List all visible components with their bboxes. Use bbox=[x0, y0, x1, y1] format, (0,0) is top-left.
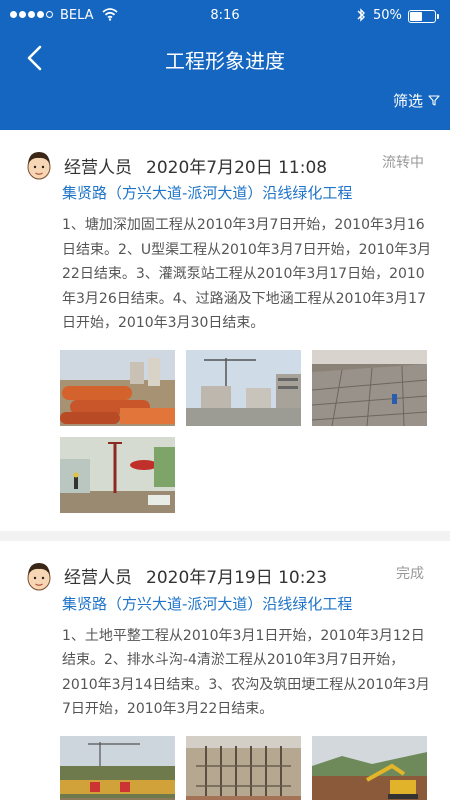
photo-thumbnail[interactable] bbox=[186, 349, 301, 426]
funnel-icon bbox=[428, 95, 440, 106]
status-bar: BELA 8:16 50% bbox=[0, 0, 450, 34]
battery-icon bbox=[408, 10, 439, 23]
filter-label: 筛选 bbox=[392, 92, 423, 110]
filter-button[interactable]: 筛选 bbox=[393, 90, 440, 111]
project-title-link[interactable]: 集贤路（方兴大道-派河大道）沿线绿化工程 bbox=[62, 182, 432, 203]
photo-thumbnail[interactable] bbox=[60, 735, 175, 800]
photo-thumbnail[interactable] bbox=[312, 349, 427, 426]
photo-thumbnail[interactable] bbox=[186, 735, 301, 800]
author-name: 经营人员 bbox=[64, 157, 132, 178]
page-title: 工程形象进度 bbox=[165, 49, 285, 73]
feed-card[interactable]: 经营人员 2020年7月19日 10:23 完成 集贤路（方兴大道-派河大道）沿… bbox=[0, 530, 450, 800]
avatar bbox=[27, 562, 51, 590]
project-title-link[interactable]: 集贤路（方兴大道-派河大道）沿线绿化工程 bbox=[62, 593, 432, 614]
app-header: BELA 8:16 50% 工程形象进度 筛选 bbox=[0, 0, 450, 130]
photo-grid bbox=[60, 735, 430, 800]
photo-thumbnail[interactable] bbox=[60, 349, 175, 426]
post-datetime: 2020年7月20日 11:08 bbox=[146, 157, 328, 178]
photo-thumbnail[interactable] bbox=[60, 436, 175, 513]
progress-description: 1、土地平整工程从2010年3月1日开始，2010年3月12日结束。2、排水斗沟… bbox=[62, 627, 430, 718]
battery-percent: 50% bbox=[373, 8, 402, 23]
status-badge: 流转中 bbox=[382, 155, 424, 171]
bluetooth-icon bbox=[356, 7, 366, 27]
progress-feed[interactable]: 经营人员 2020年7月20日 11:08 流转中 集贤路（方兴大道-派河大道）… bbox=[0, 130, 450, 800]
status-badge: 完成 bbox=[396, 565, 424, 582]
feed-card[interactable]: 经营人员 2020年7月20日 11:08 流转中 集贤路（方兴大道-派河大道）… bbox=[0, 130, 450, 513]
author-name: 经营人员 bbox=[64, 568, 132, 588]
avatar bbox=[27, 152, 51, 180]
photo-thumbnail[interactable] bbox=[312, 735, 427, 800]
progress-description: 1、塘加深加固工程从2010年3月7日开始，2010年3月16日结束。2、U型渠… bbox=[62, 217, 432, 331]
photo-grid bbox=[60, 349, 430, 513]
post-datetime: 2020年7月19日 10:23 bbox=[146, 568, 328, 588]
